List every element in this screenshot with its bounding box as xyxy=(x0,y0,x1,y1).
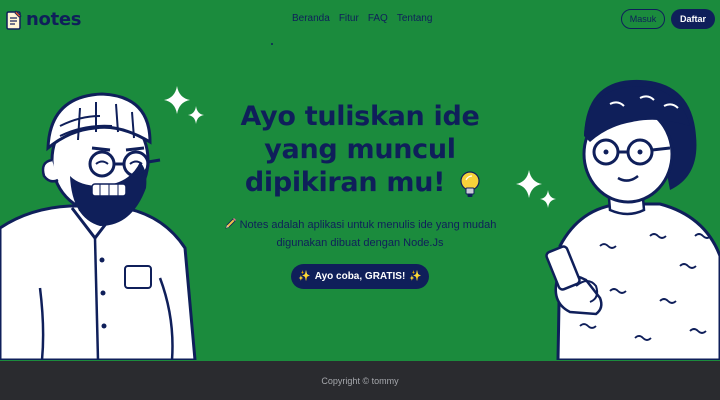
notepad-icon xyxy=(6,9,22,30)
woman-illustration xyxy=(545,79,720,360)
hero-description: Notes adalah aplikasi untuk menulis ide … xyxy=(200,216,520,252)
nav-link-faq[interactable]: FAQ xyxy=(368,13,388,24)
nav-link-beranda[interactable]: Beranda xyxy=(292,13,330,24)
login-button[interactable]: Masuk xyxy=(621,9,665,29)
nav-link-tentang[interactable]: Tentang xyxy=(397,13,433,24)
pencil-icon xyxy=(224,218,236,229)
decorative-dot xyxy=(271,43,273,45)
copyright-text: Copyright © tommy xyxy=(321,375,399,386)
nav-menu: Beranda Fitur FAQ Tentang xyxy=(292,13,432,24)
cta-label: Ayo coba, GRATIS! xyxy=(314,271,406,282)
brand-logo[interactable]: notes xyxy=(6,9,82,30)
headline-line: Ayo tuliskan ide xyxy=(240,101,480,132)
footer: Copyright © tommy xyxy=(0,361,720,400)
man-illustration xyxy=(0,92,197,360)
landing-page: notes Beranda Fitur FAQ Tentang Masuk Da… xyxy=(0,0,720,400)
try-free-button[interactable]: ✨ Ayo coba, GRATIS! ✨ xyxy=(291,264,429,289)
description-line: Notes adalah aplikasi untuk menulis ide … xyxy=(239,219,497,231)
headline-line: yang muncul xyxy=(264,134,456,165)
sparkle-icon: ✨ xyxy=(409,271,422,282)
nav-link-fitur[interactable]: Fitur xyxy=(339,13,359,24)
lightbulb-icon xyxy=(460,171,480,197)
register-button[interactable]: Daftar xyxy=(671,9,715,29)
navbar: notes Beranda Fitur FAQ Tentang Masuk Da… xyxy=(0,0,720,40)
sparkle-icon: ✨ xyxy=(298,271,311,282)
brand-name: notes xyxy=(26,9,82,30)
description-line: digunakan dibuat dengan Node.Js xyxy=(276,237,444,249)
